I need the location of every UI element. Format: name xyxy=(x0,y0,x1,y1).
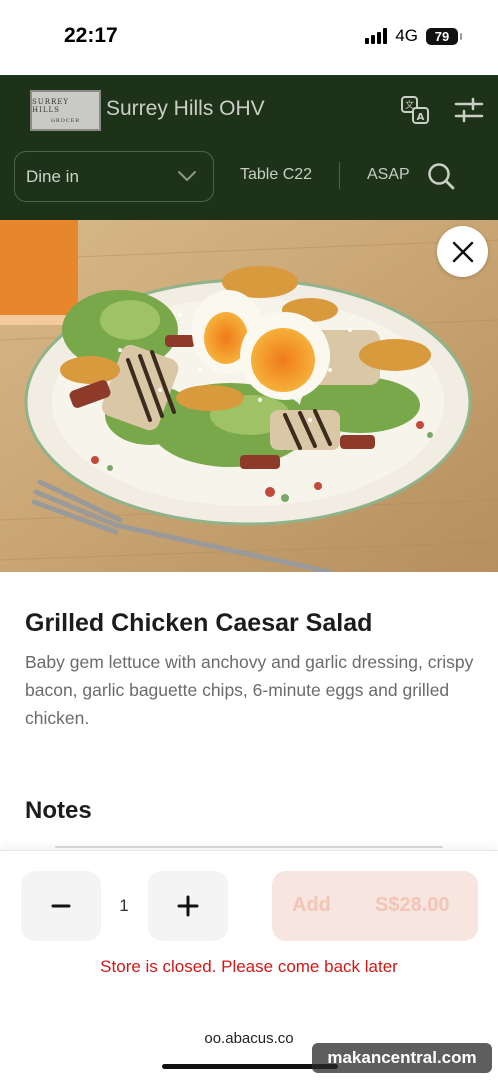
search-icon[interactable] xyxy=(427,162,455,190)
dine-mode-value: Dine in xyxy=(26,167,79,186)
item-title: Grilled Chicken Caesar Salad xyxy=(25,609,373,637)
store-name: Surrey Hills OHV xyxy=(106,97,265,120)
watermark: makancentral.com xyxy=(312,1043,492,1073)
time-selector[interactable]: ASAP xyxy=(367,166,410,184)
add-to-cart-button[interactable]: Add S$28.00 xyxy=(272,871,478,941)
table-selector[interactable]: Table C22 xyxy=(240,166,312,184)
translate-icon[interactable]: 文 A xyxy=(400,95,430,125)
page: 22:17 4G 79 SURREY HILLS GROCER Surrey H… xyxy=(0,0,498,1080)
chevron-down-icon xyxy=(178,171,196,181)
notes-heading: Notes xyxy=(25,797,92,824)
logo-line2: GROCER xyxy=(50,117,81,124)
network-type: 4G xyxy=(395,26,418,45)
status-indicators: 4G 79 xyxy=(365,26,462,46)
store-logo[interactable]: SURREY HILLS GROCER xyxy=(30,90,101,131)
decrease-quantity-button[interactable] xyxy=(21,871,101,941)
item-price: S$28.00 xyxy=(375,894,450,916)
header-divider xyxy=(339,162,340,189)
minus-icon xyxy=(51,904,71,908)
battery-icon: 79 xyxy=(426,27,462,45)
status-time: 22:17 xyxy=(64,24,118,47)
item-description: Baby gem lettuce with anchovy and garlic… xyxy=(25,652,474,728)
svg-text:文: 文 xyxy=(405,99,414,111)
increase-quantity-button[interactable] xyxy=(148,871,228,941)
order-bar: 1 Add S$28.00 Store is closed. Please co… xyxy=(0,850,498,1015)
notes-input[interactable] xyxy=(55,846,443,848)
svg-text:A: A xyxy=(417,112,425,123)
plus-icon xyxy=(177,895,199,917)
close-icon xyxy=(452,241,473,262)
close-button[interactable] xyxy=(437,226,488,277)
store-header: SURREY HILLS GROCER Surrey Hills OHV 文 A… xyxy=(0,75,498,220)
item-photo xyxy=(0,220,498,572)
battery-level: 79 xyxy=(434,28,450,44)
logo-line1: SURREY HILLS xyxy=(32,97,69,114)
quantity-value: 1 xyxy=(119,896,129,915)
add-label: Add xyxy=(292,894,331,916)
signal-icon xyxy=(365,28,388,44)
store-closed-message: Store is closed. Please come back later xyxy=(100,957,398,976)
item-details: Grilled Chicken Caesar Salad Baby gem le… xyxy=(0,572,498,850)
filter-icon[interactable] xyxy=(454,95,484,125)
dine-mode-select[interactable]: Dine in xyxy=(14,151,214,202)
status-bar: 22:17 4G 79 xyxy=(0,0,498,75)
